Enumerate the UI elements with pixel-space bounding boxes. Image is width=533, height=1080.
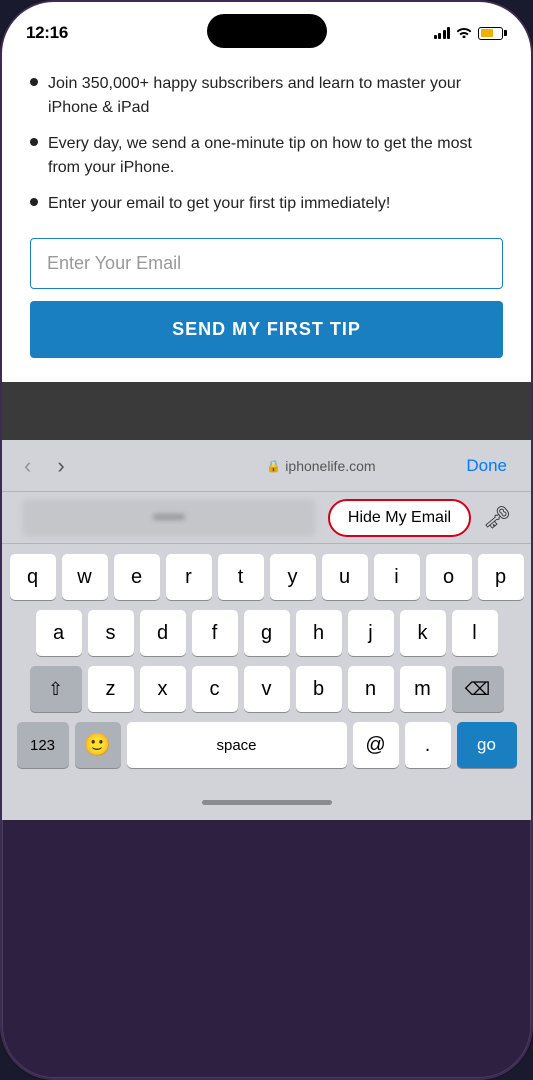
nav-back-button[interactable]: ‹ [18,449,37,483]
key-w[interactable]: w [62,554,108,600]
lock-icon: 🔒 [266,459,281,473]
key-s[interactable]: s [88,610,134,656]
list-item: Every day, we send a one-minute tip on h… [30,132,503,180]
email-input[interactable] [47,253,486,274]
status-icons [434,26,508,41]
email-input-wrapper[interactable] [30,238,503,289]
key-v[interactable]: v [244,666,290,712]
numbers-key[interactable]: 123 [17,722,69,768]
keyboard-row-4: 123 🙂 space @ . go [6,722,527,768]
done-button[interactable]: Done [458,452,515,480]
bullet-text-1: Join 350,000+ happy subscribers and lear… [48,72,503,120]
shift-key[interactable]: ⇧ [30,666,82,712]
key-u[interactable]: u [322,554,368,600]
nav-forward-button[interactable]: › [51,449,70,483]
url-bar: 🔒 iphonelife.com [184,458,459,474]
status-bar: 12:16 [2,2,531,52]
backspace-key[interactable]: ⌫ [452,666,504,712]
key-a[interactable]: a [36,610,82,656]
key-i[interactable]: i [374,554,420,600]
space-key[interactable]: space [127,722,347,768]
key-h[interactable]: h [296,610,342,656]
key-p[interactable]: p [478,554,524,600]
battery-icon [478,27,507,40]
bullet-dot [30,198,38,206]
toolbar-nav: ‹ › [18,449,184,483]
key-z[interactable]: z [88,666,134,712]
key-j[interactable]: j [348,610,394,656]
hide-my-email-button[interactable]: Hide My Email [328,499,471,537]
phone-frame: 12:16 Join 350,000+ happy subscribers an… [0,0,533,1080]
bullet-dot [30,78,38,86]
key-b[interactable]: b [296,666,342,712]
keyboard-row-1: q w e r t y u i o p [6,554,527,600]
keyboard-row-3: ⇧ z x c v b n m ⌫ [6,666,527,712]
key-y[interactable]: y [270,554,316,600]
key-c[interactable]: c [192,666,238,712]
wifi-icon [456,26,472,41]
at-key[interactable]: @ [353,722,399,768]
go-key[interactable]: go [457,722,517,768]
signal-bars-icon [434,27,451,39]
key-g[interactable]: g [244,610,290,656]
home-indicator [2,784,531,820]
keyboard-toolbar: ‹ › 🔒 iphonelife.com Done [2,440,531,492]
key-o[interactable]: o [426,554,472,600]
period-key[interactable]: . [405,722,451,768]
autocomplete-item-1[interactable]: •••••• [22,499,316,537]
autocomplete-row: •••••• Hide My Email 🗝 [2,492,531,544]
bullet-list: Join 350,000+ happy subscribers and lear… [30,72,503,216]
cta-button[interactable]: SEND MY FIRST TIP [30,301,503,358]
key-k[interactable]: k [400,610,446,656]
key-t[interactable]: t [218,554,264,600]
status-time: 12:16 [26,23,68,43]
key-m[interactable]: m [400,666,446,712]
key-d[interactable]: d [140,610,186,656]
key-n[interactable]: n [348,666,394,712]
key-f[interactable]: f [192,610,238,656]
key-icon-button[interactable]: 🗝 [479,501,515,535]
dynamic-island [207,14,327,48]
key-l[interactable]: l [452,610,498,656]
list-item: Join 350,000+ happy subscribers and lear… [30,72,503,120]
key-r[interactable]: r [166,554,212,600]
key-x[interactable]: x [140,666,186,712]
domain-label: iphonelife.com [285,458,375,474]
list-item: Enter your email to get your first tip i… [30,192,503,216]
keyboard-row-2: a s d f g h j k l [6,610,527,656]
emoji-key[interactable]: 🙂 [75,722,121,768]
bullet-dot [30,138,38,146]
dark-separator [2,382,531,440]
bullet-text-2: Every day, we send a one-minute tip on h… [48,132,503,180]
autocomplete-suggestions: •••••• Hide My Email [18,499,479,537]
web-content-area: Join 350,000+ happy subscribers and lear… [2,52,531,382]
key-e[interactable]: e [114,554,160,600]
key-q[interactable]: q [10,554,56,600]
bullet-text-3: Enter your email to get your first tip i… [48,192,390,216]
home-bar [202,800,332,805]
keyboard: q w e r t y u i o p a s d f g h j k l ⇧ … [2,544,531,784]
